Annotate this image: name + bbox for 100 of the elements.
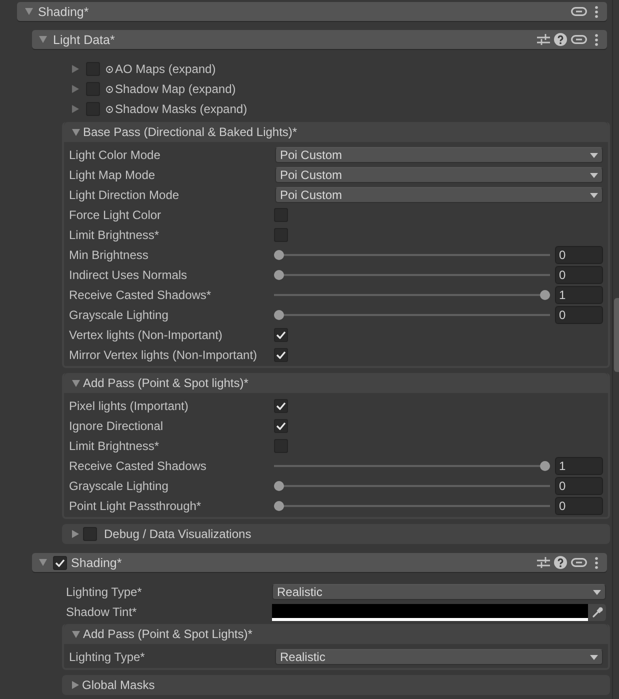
caret-down-icon[interactable]: [72, 380, 80, 386]
property-label: Grayscale Lighting: [69, 308, 170, 322]
checkbox[interactable]: [83, 527, 97, 541]
property-label: Light Color Mode: [69, 148, 162, 162]
checkbox[interactable]: [274, 419, 288, 433]
group-header[interactable]: Add Pass (Point & Spot Lights)*: [64, 624, 608, 644]
property-label: Limit Brightness*: [69, 228, 160, 242]
module-header[interactable]: Light Data*: [32, 30, 607, 49]
caret-down-icon[interactable]: [39, 559, 47, 566]
circle-dot-icon: [106, 106, 113, 112]
property-label: Pixel lights (Important): [69, 399, 190, 413]
number-field[interactable]: 0: [555, 246, 603, 264]
caret-right-icon[interactable]: [72, 681, 79, 689]
help-icon[interactable]: [554, 33, 567, 46]
checkmark-icon: [276, 351, 286, 359]
kebab-menu-icon[interactable]: [595, 556, 598, 568]
link-icon[interactable]: [571, 35, 587, 44]
caret-down-icon: [590, 152, 598, 158]
caret-right-icon[interactable]: [72, 85, 79, 93]
caret-down-icon: [590, 172, 598, 178]
scrollbar-track[interactable]: [612, 0, 619, 699]
dropdown[interactable]: Realistic: [275, 649, 603, 665]
slider-thumb[interactable]: [274, 310, 284, 320]
property-label: Vertex lights (Non-Important): [69, 328, 224, 342]
slider-thumb[interactable]: [274, 481, 284, 491]
slider-thumb[interactable]: [274, 501, 284, 511]
caret-down-icon[interactable]: [25, 8, 33, 15]
number-field[interactable]: 1: [555, 286, 603, 304]
link-icon[interactable]: [571, 7, 587, 16]
property-label: Grayscale Lighting: [69, 479, 170, 493]
caret-down-icon: [593, 590, 601, 594]
group-header[interactable]: Add Pass (Point & Spot lights)*: [64, 373, 608, 393]
kebab-menu-icon[interactable]: [595, 34, 598, 46]
caret-down-icon: [590, 654, 598, 660]
group-header[interactable]: Base Pass (Directional & Baked Lights)*: [64, 122, 608, 142]
property-label: Limit Brightness*: [69, 439, 160, 453]
slider-thumb[interactable]: [274, 250, 284, 260]
foldout-label: AO Maps (expand): [115, 62, 216, 76]
caret-right-icon[interactable]: [72, 65, 79, 73]
property-label: Light Direction Mode: [69, 188, 180, 202]
category-title: Shading*: [38, 4, 89, 18]
link-icon[interactable]: [571, 558, 587, 567]
checkbox[interactable]: [274, 328, 288, 342]
group-title: Add Pass (Point & Spot Lights)*: [83, 627, 252, 641]
property-label: Shadow Tint*: [66, 605, 138, 619]
slider-thumb[interactable]: [540, 290, 550, 300]
slider-thumb[interactable]: [274, 270, 284, 280]
caret-down-icon: [590, 192, 598, 198]
eyedropper-icon: [592, 606, 602, 618]
property-label: Mirror Vertex lights (Non-Important): [69, 348, 258, 362]
group-header[interactable]: Debug / Data Visualizations: [62, 524, 610, 544]
group-title: Base Pass (Directional & Baked Lights)*: [83, 125, 298, 139]
checkbox[interactable]: [274, 348, 288, 362]
property-label: Point Light Passthrough*: [69, 499, 202, 513]
eyedropper-button[interactable]: [588, 604, 606, 620]
group-title: Add Pass (Point & Spot lights)*: [83, 376, 248, 390]
dropdown[interactable]: Realistic: [272, 584, 606, 600]
kebab-menu-icon[interactable]: [595, 6, 598, 18]
property-label: Lighting Type*: [66, 585, 143, 599]
caret-down-icon[interactable]: [39, 36, 47, 43]
scrollbar-thumb[interactable]: [614, 298, 619, 372]
property-label: Ignore Directional: [69, 419, 164, 433]
color-swatch[interactable]: [272, 604, 588, 620]
checkmark-icon: [276, 331, 286, 339]
checkmark-icon: [276, 422, 286, 430]
property-label: Light Map Mode: [69, 168, 156, 182]
sliders-icon[interactable]: [537, 34, 550, 45]
circle-dot-icon: [106, 66, 113, 72]
foldout-label: Shadow Map (expand): [115, 82, 236, 96]
checkbox[interactable]: [274, 399, 288, 413]
module-title: Light Data*: [53, 32, 115, 46]
property-label: Min Brightness: [69, 248, 150, 262]
caret-down-icon[interactable]: [72, 128, 80, 136]
property-label: Receive Casted Shadows*: [69, 288, 212, 302]
group-title: Global Masks: [82, 678, 155, 692]
number-field[interactable]: 0: [555, 497, 603, 515]
module-title: Shading*: [71, 556, 122, 570]
number-field[interactable]: 0: [555, 306, 603, 324]
caret-right-icon[interactable]: [72, 530, 79, 538]
dropdown[interactable]: Poi Custom: [275, 167, 603, 183]
category-header[interactable]: Shading*: [17, 2, 607, 21]
number-field[interactable]: 0: [555, 266, 603, 284]
dropdown[interactable]: Poi Custom: [275, 147, 603, 163]
group-header[interactable]: Global Masks: [62, 675, 610, 695]
dropdown[interactable]: Poi Custom: [275, 187, 603, 203]
number-field[interactable]: 1: [555, 457, 603, 475]
property-label: Force Light Color: [69, 208, 162, 222]
caret-down-icon[interactable]: [72, 630, 80, 638]
number-field[interactable]: 0: [555, 477, 603, 495]
foldout-label: Shadow Masks (expand): [115, 102, 248, 116]
caret-right-icon[interactable]: [72, 105, 79, 113]
group-title: Debug / Data Visualizations: [104, 527, 252, 541]
sliders-icon[interactable]: [537, 557, 550, 568]
property-label: Receive Casted Shadows: [69, 459, 208, 473]
checkmark-icon: [55, 558, 65, 566]
property-label: Indirect Uses Normals: [69, 268, 188, 282]
module-header[interactable]: Shading*: [32, 553, 607, 572]
slider-thumb[interactable]: [540, 461, 550, 471]
help-icon[interactable]: [554, 556, 567, 569]
checkbox[interactable]: [53, 556, 67, 570]
